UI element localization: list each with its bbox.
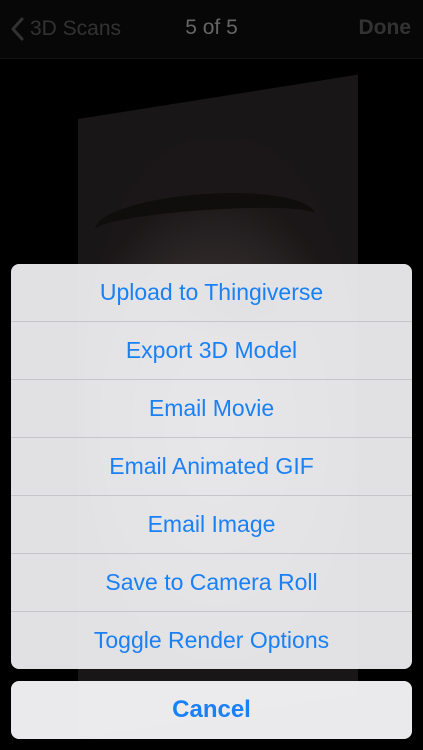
screen: 3D Scans 5 of 5 Done Upload to Thingiver…	[0, 0, 423, 750]
email-movie-button[interactable]: Email Movie	[11, 379, 412, 437]
email-image-button[interactable]: Email Image	[11, 495, 412, 553]
upload-to-thingiverse-button[interactable]: Upload to Thingiverse	[11, 264, 412, 321]
cancel-button[interactable]: Cancel	[11, 681, 412, 739]
email-animated-gif-button[interactable]: Email Animated GIF	[11, 437, 412, 495]
save-to-camera-roll-button[interactable]: Save to Camera Roll	[11, 553, 412, 611]
action-sheet: Upload to Thingiverse Export 3D Model Em…	[11, 264, 412, 669]
toggle-render-options-button[interactable]: Toggle Render Options	[11, 611, 412, 669]
export-3d-model-button[interactable]: Export 3D Model	[11, 321, 412, 379]
